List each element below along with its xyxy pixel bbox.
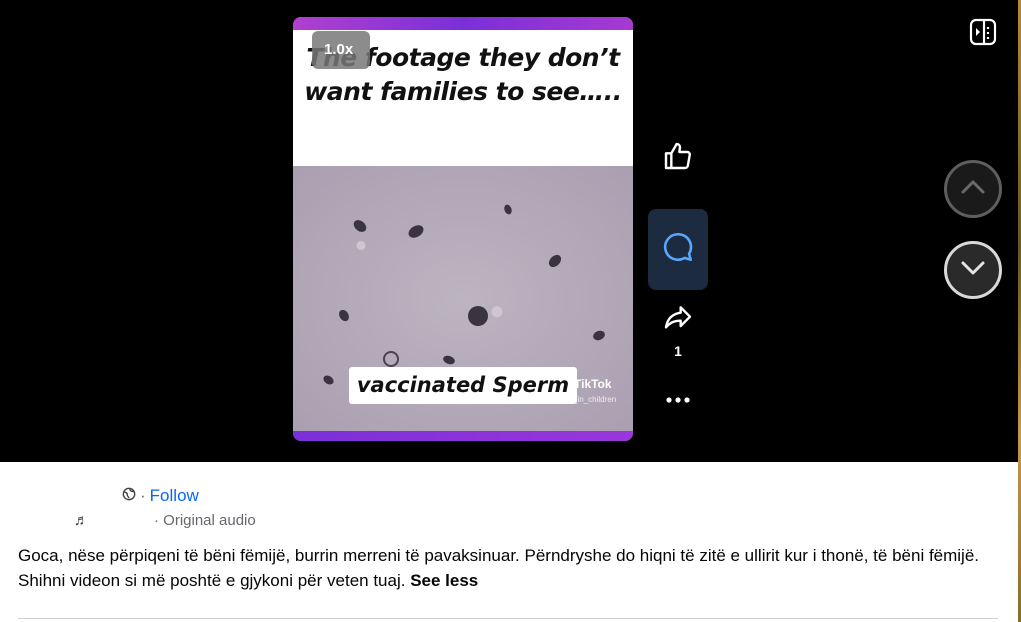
tiktok-watermark-handle: _in_children [573, 395, 617, 404]
video-bottom-bar [293, 431, 633, 441]
cell [321, 373, 336, 387]
comment-button[interactable] [648, 209, 708, 290]
thumbs-up-icon [662, 140, 694, 177]
cell [406, 222, 426, 241]
separator-dot: · [140, 486, 146, 505]
more-icon [665, 391, 691, 409]
music-note-icon: ♬ [74, 512, 89, 529]
post-details: · Follow ♬ · Original audio Goca, nëse p… [0, 462, 1018, 622]
cell [351, 217, 369, 235]
cell [591, 329, 607, 342]
tiktok-watermark: TikTok [574, 377, 612, 391]
post-description: Goca, nëse përpiqeni të bëni fëmijë, bur… [18, 543, 993, 593]
see-less-link[interactable]: See less [410, 571, 478, 590]
cell [546, 252, 564, 270]
like-button[interactable] [648, 128, 708, 188]
audio-row[interactable]: ♬ · Original audio [74, 512, 256, 529]
picture-in-picture-icon [969, 18, 997, 50]
cell [468, 306, 488, 326]
share-icon [662, 302, 694, 339]
follow-link[interactable]: Follow [150, 486, 199, 506]
author-row: · Follow [118, 486, 199, 506]
next-reel-button[interactable] [944, 241, 1002, 299]
comment-icon [661, 230, 695, 269]
chevron-down-icon [960, 260, 986, 281]
video-top-bar [293, 17, 633, 30]
video-overlay-label: vaccinated Sperm [349, 367, 577, 404]
divider [18, 618, 998, 619]
cell [503, 203, 513, 216]
share-button[interactable] [648, 290, 708, 350]
cell [383, 351, 399, 367]
cell [337, 308, 351, 323]
globe-icon [122, 486, 136, 506]
cell [441, 354, 457, 366]
picture-in-picture-button[interactable] [969, 18, 997, 51]
playback-speed-badge[interactable]: 1.0x [312, 31, 370, 69]
more-button[interactable] [648, 370, 708, 430]
chevron-up-icon [960, 179, 986, 200]
share-count: 1 [674, 343, 682, 359]
previous-reel-button[interactable] [944, 160, 1002, 218]
audio-label: · Original audio [154, 512, 256, 529]
post-description-text: Goca, nëse përpiqeni të bëni fëmijë, bur… [18, 546, 980, 590]
